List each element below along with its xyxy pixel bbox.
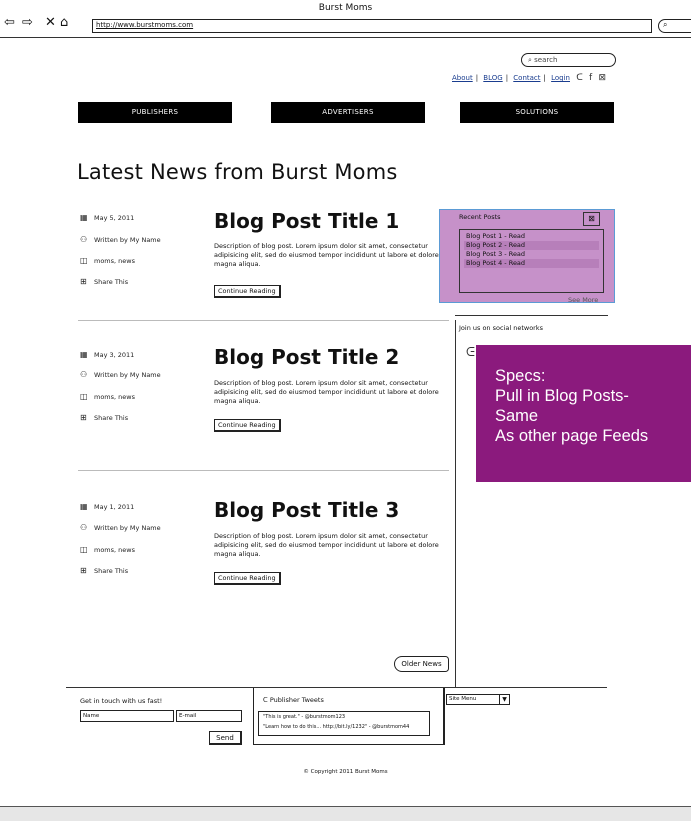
search-icon: ⌕	[663, 20, 668, 29]
site-menu-select[interactable]: Site Menu ▼	[446, 694, 510, 705]
post-description: Description of blog post. Lorem ipsum do…	[214, 532, 439, 558]
column-divider	[455, 320, 456, 688]
about-link[interactable]: About	[452, 74, 473, 82]
sidebar-divider	[455, 315, 608, 316]
spec-line: Pull in Blog Posts-	[495, 387, 629, 405]
close-icon[interactable]: ✕	[45, 15, 56, 30]
post-author: ⚇ Written by My Name	[80, 235, 161, 244]
recent-post-item[interactable]: Blog Post 3 - Read	[464, 250, 599, 259]
share-icon: ⊞	[80, 277, 87, 286]
spec-line: As other page Feeds	[495, 427, 649, 445]
recent-post-item[interactable]: Blog Post 2 - Read	[464, 241, 599, 250]
contact-link[interactable]: Contact	[513, 74, 540, 82]
login-link[interactable]: Login	[551, 74, 570, 82]
link-separator: |	[505, 74, 509, 82]
calendar-icon: ▦	[80, 213, 88, 222]
recent-post-item[interactable]: Blog Post 1 - Read	[464, 232, 599, 241]
send-button[interactable]: Send	[209, 731, 242, 745]
facebook-icon[interactable]: f	[589, 73, 592, 83]
link-separator: |	[475, 74, 479, 82]
site-search-input[interactable]: ⌕ search	[521, 53, 616, 67]
tag-icon: ◫	[80, 392, 88, 401]
site-menu-value: Site Menu	[449, 696, 477, 702]
continue-reading-button[interactable]: Continue Reading	[214, 285, 281, 298]
continue-reading-button[interactable]: Continue Reading	[214, 572, 281, 585]
back-icon[interactable]: ⇦	[4, 15, 15, 30]
calendar-icon: ▦	[80, 350, 88, 359]
tag-icon: ◫	[80, 545, 88, 554]
tweet-item: "Learn how to do this... http://bit.ly/1…	[263, 724, 410, 730]
post-description: Description of blog post. Lorem ipsum do…	[214, 379, 439, 405]
nav-publishers[interactable]: PUBLISHERS	[78, 102, 232, 123]
browser-status-bar	[0, 806, 691, 821]
page-title: Latest News from Burst Moms	[77, 160, 398, 184]
tweets-list: "This is great." - @burstmom123 "Learn h…	[258, 711, 430, 736]
user-icon: ⚇	[80, 235, 88, 244]
post-title[interactable]: Blog Post Title 1	[214, 209, 399, 233]
share-icon: ⊞	[80, 566, 87, 575]
calendar-icon: ▦	[80, 502, 88, 511]
copyright-text: © Copyright 2011 Burst Moms	[303, 769, 388, 775]
rss-icon[interactable]: ⊠	[598, 73, 606, 83]
post-date: ▦ May 1, 2011	[80, 502, 135, 511]
rss-icon[interactable]: ⊠	[583, 212, 600, 226]
tag-icon: ◫	[80, 256, 88, 265]
spec-line: Same	[495, 407, 539, 425]
home-icon[interactable]: ⌂	[60, 15, 68, 30]
spec-line: Specs:	[495, 367, 546, 385]
twitter-icon[interactable]: ᑕ	[576, 73, 583, 83]
email-field[interactable]: E-mail	[176, 710, 242, 722]
chevron-down-icon: ▼	[499, 695, 509, 704]
recent-post-item[interactable]: Blog Post 4 - Read	[464, 259, 599, 268]
post-share[interactable]: ⊞ Share This	[80, 566, 128, 575]
footer-column-divider	[444, 688, 445, 745]
user-icon: ⚇	[80, 523, 88, 532]
address-bar[interactable]: http://www.burstmoms.com	[92, 19, 652, 33]
recent-posts-list: Blog Post 1 - Read Blog Post 2 - Read Bl…	[459, 229, 604, 293]
post-date: ▦ May 3, 2011	[80, 350, 135, 359]
post-tags: ◫ moms, news	[80, 392, 135, 401]
top-links: About | BLOG | Contact | Login ᑕ f ⊠	[452, 73, 606, 83]
twitter-icon: ᑕ	[263, 696, 270, 704]
user-icon: ⚇	[80, 370, 88, 379]
share-icon: ⊞	[80, 413, 87, 422]
post-title[interactable]: Blog Post Title 2	[214, 345, 399, 369]
forward-icon[interactable]: ⇨	[22, 15, 33, 30]
social-icon[interactable]: ᕮ	[466, 345, 475, 360]
social-networks-label: Join us on social networks	[459, 324, 544, 332]
search-icon: ⌕	[528, 56, 532, 64]
link-separator: |	[543, 74, 546, 82]
see-more-link[interactable]: See More	[568, 296, 598, 304]
post-share[interactable]: ⊞ Share This	[80, 413, 128, 422]
recent-posts-title: Recent Posts	[459, 213, 501, 221]
tweet-item: "This is great." - @burstmom123	[263, 714, 346, 720]
post-date: ▦ May 5, 2011	[80, 213, 135, 222]
older-news-button[interactable]: Older News	[394, 656, 449, 672]
post-divider	[78, 320, 449, 321]
post-tags: ◫ moms, news	[80, 256, 135, 265]
post-author: ⚇ Written by My Name	[80, 370, 161, 379]
post-description: Description of blog post. Lorem ipsum do…	[214, 242, 439, 268]
tweets-title: ᑕ Publisher Tweets	[263, 696, 324, 704]
url-text: http://www.burstmoms.com	[96, 21, 194, 29]
post-title[interactable]: Blog Post Title 3	[214, 498, 399, 522]
post-share[interactable]: ⊞ Share This	[80, 277, 128, 286]
post-divider	[78, 470, 449, 471]
browser-search-field[interactable]: ⌕	[658, 19, 691, 33]
nav-solutions[interactable]: SOLUTIONS	[460, 102, 614, 123]
spec-annotation: Specs: Pull in Blog Posts- Same As other…	[476, 345, 691, 482]
post-tags: ◫ moms, news	[80, 545, 135, 554]
nav-advertisers[interactable]: ADVERTISERS	[271, 102, 425, 123]
blog-link[interactable]: BLOG	[483, 74, 502, 82]
search-placeholder: search	[534, 56, 558, 64]
window-title: Burst Moms	[318, 3, 373, 13]
continue-reading-button[interactable]: Continue Reading	[214, 419, 281, 432]
post-author: ⚇ Written by My Name	[80, 523, 161, 532]
name-field[interactable]: Name	[80, 710, 174, 722]
contact-title: Get in touch with us fast!	[80, 697, 163, 705]
